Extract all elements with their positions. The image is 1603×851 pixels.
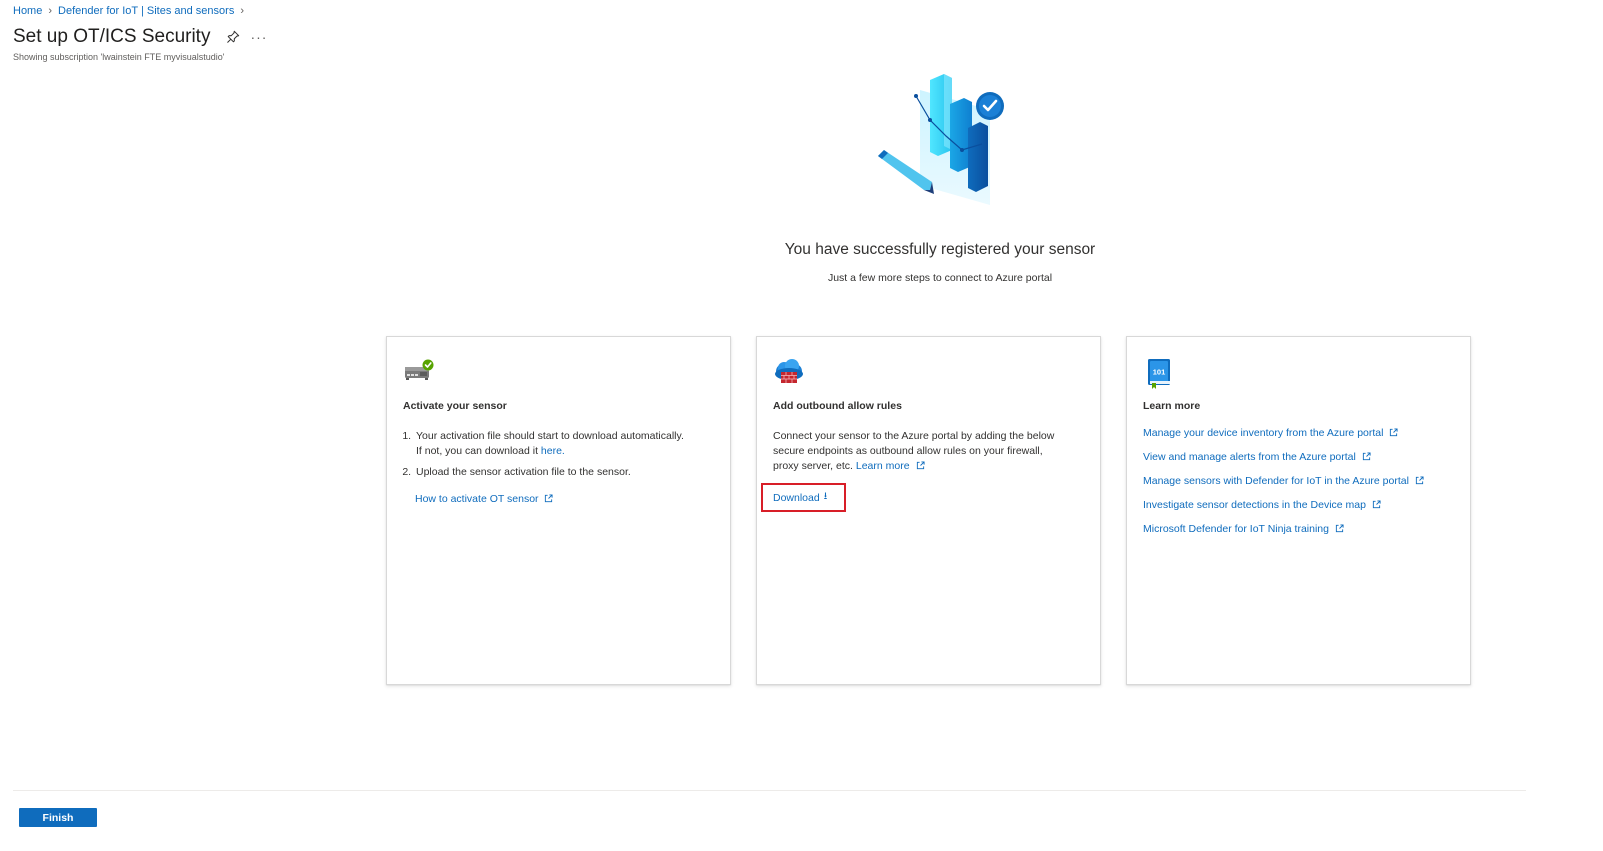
- activate-step-2-text: Upload the sensor activation file to the…: [416, 466, 631, 478]
- subscription-text: Showing subscription 'lwainstein FTE myv…: [13, 52, 225, 62]
- success-subtitle: Just a few more steps to connect to Azur…: [827, 272, 1053, 284]
- cloud-firewall-icon: [775, 359, 803, 383]
- learn-link-label: Microsoft Defender for IoT Ninja trainin…: [1143, 523, 1329, 535]
- learn-more-label: Learn more: [855, 460, 910, 472]
- external-link-icon: [1362, 452, 1371, 461]
- success-title: You have successfully registered your se…: [784, 241, 1096, 258]
- learn-link-device-map[interactable]: Investigate sensor detections in the Dev…: [1143, 498, 1424, 522]
- footer-divider: [13, 790, 1526, 791]
- how-to-activate-label: How to activate OT sensor: [415, 493, 539, 505]
- outbound-rules-card: Add outbound allow rules Connect your se…: [756, 336, 1101, 685]
- more-options-icon[interactable]: ···: [250, 29, 267, 45]
- download-arrow-icon: ⭳: [823, 491, 828, 502]
- external-link-icon: [1335, 524, 1344, 533]
- download-button[interactable]: Download ⭳: [761, 483, 846, 512]
- sensor-check-icon: [405, 359, 434, 380]
- external-link-icon: [1415, 476, 1424, 485]
- activate-steps-list: Your activation file should start to dow…: [403, 429, 690, 480]
- learn-link-label: Manage sensors with Defender for IoT in …: [1143, 475, 1409, 487]
- activate-card-body: Your activation file should start to dow…: [403, 429, 690, 486]
- external-link-icon: [916, 461, 925, 470]
- learn-link-alerts[interactable]: View and manage alerts from the Azure po…: [1143, 450, 1424, 474]
- page-title: Set up OT/ICS Security: [13, 26, 211, 47]
- activate-step-1: Your activation file should start to dow…: [414, 429, 690, 459]
- activation-here-link[interactable]: here.: [541, 445, 565, 457]
- breadcrumb-home-link[interactable]: Home: [13, 5, 42, 17]
- learn-links-list: Manage your device inventory from the Az…: [1143, 426, 1424, 546]
- learn-link-ninja-training[interactable]: Microsoft Defender for IoT Ninja trainin…: [1143, 522, 1424, 546]
- book-101-icon: 101: [1148, 359, 1170, 389]
- chevron-right-icon: ›: [48, 5, 53, 17]
- activate-sensor-card: Activate your sensor Your activation fil…: [386, 336, 731, 685]
- activate-card-title: Activate your sensor: [403, 400, 507, 412]
- learn-more-card: 101 Learn more Manage your device invent…: [1126, 336, 1471, 685]
- chevron-right-icon: ›: [240, 5, 244, 17]
- learn-card-title: Learn more: [1143, 400, 1201, 412]
- svg-text:101: 101: [1153, 368, 1166, 377]
- learn-link-label: View and manage alerts from the Azure po…: [1143, 451, 1356, 463]
- learn-link-manage-sensors[interactable]: Manage sensors with Defender for IoT in …: [1143, 474, 1424, 498]
- external-link-icon: [1390, 428, 1398, 437]
- learn-link-device-inventory[interactable]: Manage your device inventory from the Az…: [1143, 426, 1424, 450]
- breadcrumb-sites-link[interactable]: Defender for IoT | Sites and sensors: [58, 5, 234, 17]
- breadcrumb: Home › Defender for IoT | Sites and sens…: [13, 5, 244, 17]
- learn-link-label: Investigate sensor detections in the Dev…: [1143, 499, 1366, 511]
- external-link-icon: [1372, 500, 1381, 509]
- page-title-row: Set up OT/ICS Security ···: [13, 26, 267, 48]
- download-label: Download: [773, 491, 820, 504]
- external-link-icon: [545, 494, 554, 503]
- outbound-card-title: Add outbound allow rules: [773, 400, 902, 412]
- pin-icon[interactable]: [226, 30, 240, 44]
- finish-button[interactable]: Finish: [19, 808, 97, 827]
- outbound-card-body: Connect your sensor to the Azure portal …: [773, 429, 1060, 474]
- learn-link-label: Manage your device inventory from the Az…: [1143, 427, 1384, 439]
- outbound-learn-more-link[interactable]: Learn more: [856, 460, 925, 472]
- activate-step-2: Upload the sensor activation file to the…: [414, 465, 690, 480]
- success-illustration: [878, 74, 1004, 205]
- how-to-activate-link[interactable]: How to activate OT sensor: [415, 493, 554, 505]
